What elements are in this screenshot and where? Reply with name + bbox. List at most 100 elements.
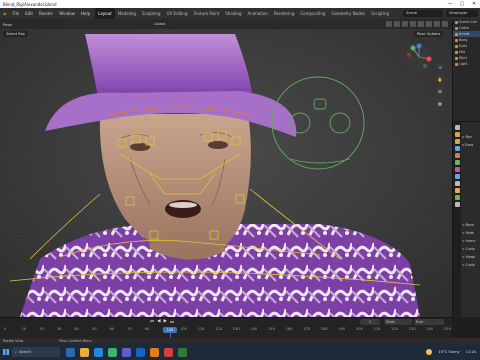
properties-line[interactable] — [462, 181, 480, 189]
tab-compositing[interactable]: Compositing — [297, 8, 328, 19]
menu-edit[interactable]: Edit — [22, 8, 36, 19]
play-icon[interactable]: ▶ — [164, 319, 167, 325]
rendered-shading-icon[interactable] — [442, 21, 448, 27]
current-frame-field[interactable]: 1 — [360, 319, 380, 325]
properties-line[interactable] — [462, 149, 480, 157]
properties-line[interactable] — [462, 173, 480, 181]
ruler-tick-label: 0 — [4, 327, 7, 331]
gizmo-toggle-icon[interactable] — [394, 21, 400, 27]
properties-tab-icon[interactable] — [454, 167, 460, 172]
start-frame-field[interactable]: Start — [384, 319, 412, 325]
taskbar-search[interactable]: ⌕ Search — [12, 347, 60, 357]
navigation-gizmo[interactable] — [405, 43, 433, 71]
ruler-tick-label: 220 — [391, 327, 399, 331]
play-reverse-icon[interactable]: ◀ — [157, 319, 160, 325]
taskbar-app-icon[interactable] — [94, 347, 103, 357]
jump-start-icon[interactable]: ⏮ — [150, 319, 154, 325]
xray-icon[interactable] — [410, 21, 416, 27]
properties-tab-icon[interactable] — [454, 139, 460, 144]
properties-tab-icon[interactable] — [454, 146, 460, 151]
properties-line[interactable] — [462, 125, 480, 133]
properties-tab-icon[interactable] — [454, 132, 460, 137]
tab-sculpting[interactable]: Sculpting — [139, 8, 164, 19]
properties-tab-icon[interactable] — [454, 160, 460, 165]
tab-layout[interactable]: Layout — [95, 8, 115, 19]
taskbar-app-icon[interactable] — [122, 347, 131, 357]
bucket-hat-crown[interactable] — [85, 34, 252, 97]
taskbar-app-icon[interactable] — [66, 347, 75, 357]
taskbar-app-icon[interactable] — [136, 347, 145, 357]
properties-line[interactable]: > Custo — [462, 261, 480, 269]
zoom-icon[interactable]: + — [436, 63, 444, 71]
properties-tab-icon[interactable] — [454, 125, 460, 130]
properties-line[interactable]: v Trans — [462, 141, 480, 149]
tab-scripting[interactable]: Scripting — [368, 8, 392, 19]
tab-animation[interactable]: Animation — [245, 8, 271, 19]
maximize-button[interactable]: ▢ — [456, 0, 468, 8]
select-box-tool[interactable]: Select Box — [3, 30, 28, 37]
properties-tab-icon[interactable] — [454, 188, 460, 193]
material-shading-icon[interactable] — [434, 21, 440, 27]
taskbar-app-icon[interactable] — [80, 347, 89, 357]
view-layer-selector[interactable]: ViewLayer — [446, 10, 478, 17]
taskbar-app-icon[interactable] — [150, 347, 159, 357]
perspective-toggle-icon[interactable]: ▦ — [436, 99, 444, 107]
tab-shading[interactable]: Shading — [222, 8, 244, 19]
ruler-tick-label: 80 — [144, 327, 150, 331]
wireframe-shading-icon[interactable] — [418, 21, 424, 27]
ruler-tick-label: 100 — [180, 327, 187, 331]
tab-texture-paint[interactable]: Texture Paint — [190, 8, 222, 19]
properties-line[interactable] — [462, 205, 480, 213]
properties-line[interactable]: > Bend — [462, 221, 480, 229]
taskbar-app-icon[interactable] — [178, 347, 187, 357]
properties-line[interactable] — [462, 213, 480, 221]
overlay-toggle-icon[interactable] — [402, 21, 408, 27]
viewport-scene[interactable] — [0, 19, 452, 317]
ruler-tick-label: 150 — [268, 327, 275, 331]
menu-file[interactable]: File — [10, 8, 23, 19]
properties-line[interactable]: > Custo — [462, 245, 480, 253]
solid-shading-icon[interactable] — [426, 21, 432, 27]
tab-rendering[interactable]: Rendering — [271, 8, 297, 19]
taskbar-app-icon[interactable] — [164, 347, 173, 357]
tab-uv-editing[interactable]: UV Editing — [164, 8, 191, 19]
minimize-button[interactable]: — — [444, 0, 456, 8]
tab-geometry-nodes[interactable]: Geometry Nodes — [328, 8, 368, 19]
properties-line[interactable] — [462, 157, 480, 165]
outliner-row[interactable]: Light — [453, 61, 480, 67]
scene-selector[interactable]: Scene — [403, 10, 443, 17]
properties-tab-icon[interactable] — [454, 153, 460, 158]
blender-logo-icon[interactable]: ◉ — [0, 8, 10, 19]
properties-line[interactable]: > Relat — [462, 229, 480, 237]
properties-line[interactable]: > Invers — [462, 237, 480, 245]
pan-icon[interactable]: ✋ — [436, 75, 444, 83]
playhead[interactable]: 120 — [163, 327, 177, 333]
taskbar-app-icon[interactable] — [108, 347, 117, 357]
menu-render[interactable]: Render — [36, 8, 56, 19]
visibility-icon[interactable] — [386, 21, 392, 27]
properties-tab-icon[interactable] — [454, 181, 460, 186]
camera-view-icon[interactable]: ⌘ — [436, 87, 444, 95]
properties-line[interactable] — [462, 165, 480, 173]
properties-tab-icon[interactable] — [454, 195, 460, 200]
ruler-tick-label: 30 — [56, 327, 62, 331]
windows-start-button[interactable] — [0, 344, 12, 360]
pose-mode-dropdown[interactable]: Pose — [3, 22, 12, 27]
properties-line[interactable]: > Bon — [462, 133, 480, 141]
properties-tabs — [453, 122, 461, 318]
pose-options-dropdown[interactable]: Pose Options — [414, 31, 444, 37]
close-button[interactable]: ✕ — [468, 0, 480, 8]
tab-modeling[interactable]: Modeling — [115, 8, 139, 19]
transform-orientation[interactable]: Global — [151, 21, 169, 27]
3d-viewport[interactable]: Pose Global Select Box Pose Options + ✋ … — [0, 19, 452, 317]
properties-line[interactable] — [462, 197, 480, 205]
properties-tab-icon[interactable] — [454, 202, 460, 207]
properties-line[interactable]: > Viewp — [462, 253, 480, 261]
properties-tab-icon[interactable] — [454, 174, 460, 179]
clock[interactable]: 11:24 — [466, 350, 476, 354]
menu-help[interactable]: Help — [78, 8, 93, 19]
end-frame-field[interactable]: End — [414, 319, 444, 325]
properties-line[interactable] — [462, 189, 480, 197]
jump-end-icon[interactable]: ⏭ — [170, 319, 174, 325]
menu-window[interactable]: Window — [56, 8, 78, 19]
